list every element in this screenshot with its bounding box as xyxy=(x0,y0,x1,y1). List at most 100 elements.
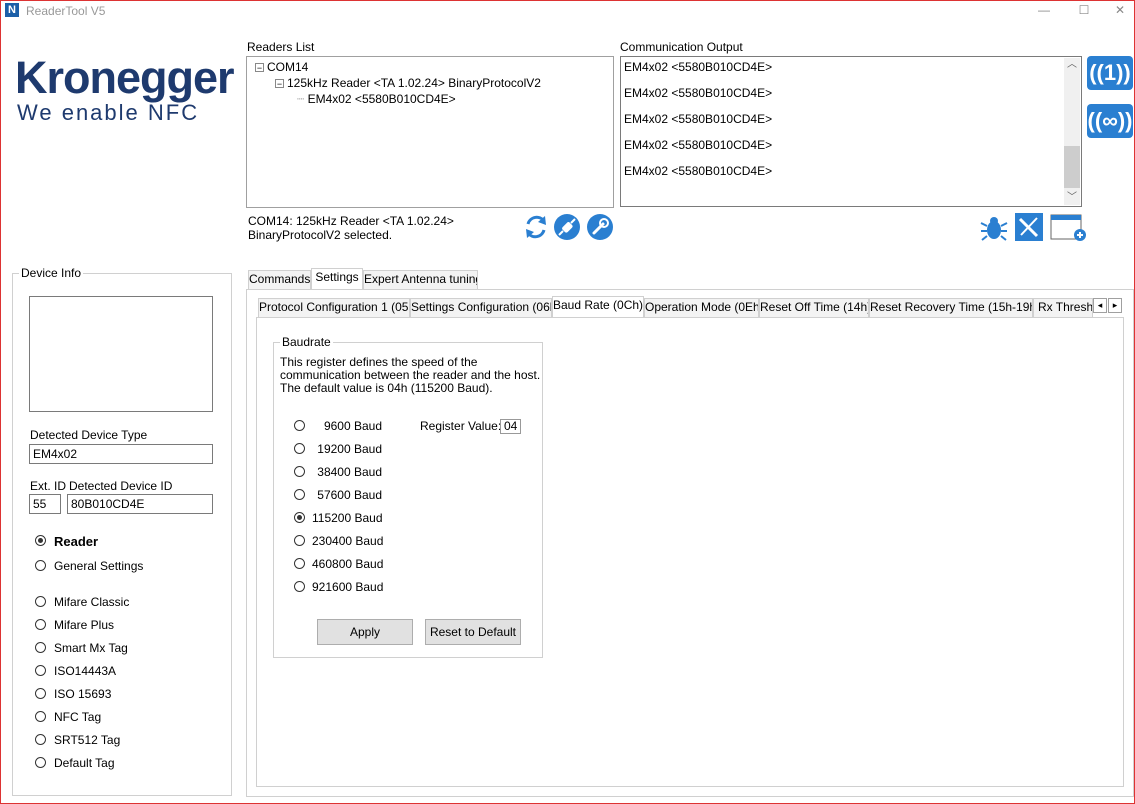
tag-radio[interactable] xyxy=(35,619,46,630)
mode-reader-radio[interactable] xyxy=(35,535,46,546)
subtab-rx-threshold[interactable]: Rx Thresho xyxy=(1033,298,1093,317)
tag-radio[interactable] xyxy=(35,642,46,653)
baudrate-group-title: Baudrate xyxy=(280,335,333,349)
device-id-label: Detected Device ID xyxy=(69,479,173,493)
tab-commands[interactable]: Commands xyxy=(248,270,311,289)
tag-label[interactable]: SRT512 Tag xyxy=(54,733,120,747)
comm-scrollbar[interactable]: ︿ ﹀ xyxy=(1064,58,1080,205)
tag-label[interactable]: ISO 15693 xyxy=(54,687,111,701)
comm-line: EM4x02 <5580B010CD4E> xyxy=(624,60,773,74)
register-value-field[interactable]: 04 xyxy=(500,419,521,434)
collapse-icon[interactable]: − xyxy=(275,79,284,89)
maximize-button[interactable]: ☐ xyxy=(1069,2,1099,18)
subtab-baud-rate[interactable]: Baud Rate (0Ch) xyxy=(552,296,644,317)
reader-status-line1: COM14: 125kHz Reader <TA 1.02.24> xyxy=(248,214,454,228)
minimize-button[interactable]: — xyxy=(1029,2,1059,18)
device-info-title: Device Info xyxy=(19,266,84,280)
tab-settings[interactable]: Settings xyxy=(311,268,363,289)
tag-label[interactable]: Mifare Classic xyxy=(54,595,129,609)
subtab-operation-mode[interactable]: Operation Mode (0Eh) xyxy=(644,298,759,317)
subtab-protocol-config[interactable]: Protocol Configuration 1 (05h) xyxy=(258,298,410,317)
device-image-box xyxy=(29,296,213,412)
comm-output-box[interactable]: EM4x02 <5580B010CD4E> EM4x02 <5580B010CD… xyxy=(620,56,1082,207)
apply-button[interactable]: Apply xyxy=(317,619,413,645)
tag-radio[interactable] xyxy=(35,711,46,722)
tag-label[interactable]: ISO14443A xyxy=(54,664,116,678)
tab-expert-antenna[interactable]: Expert Antenna tuning xyxy=(363,270,478,289)
register-value-label: Register Value: xyxy=(420,419,502,433)
baud-radio-selected[interactable] xyxy=(294,512,305,523)
comm-line: EM4x02 <5580B010CD4E> xyxy=(624,86,773,100)
device-id-field[interactable]: 80B010CD4E xyxy=(67,494,213,514)
baud-label[interactable]: 921600 Baud xyxy=(312,580,383,594)
ext-id-field[interactable]: 55 xyxy=(29,494,61,514)
continuous-read-button[interactable]: ((∞)) xyxy=(1087,104,1133,138)
tag-label[interactable]: Smart Mx Tag xyxy=(54,641,128,655)
collapse-icon[interactable]: − xyxy=(255,63,264,73)
tab-scroll-left-icon[interactable]: ◂ xyxy=(1093,298,1107,313)
comm-line: EM4x02 <5580B010CD4E> xyxy=(624,138,773,152)
device-type-label: Detected Device Type xyxy=(30,428,148,442)
reset-default-button[interactable]: Reset to Default xyxy=(425,619,521,645)
new-window-icon[interactable] xyxy=(1050,213,1088,243)
baudrate-desc-line1: This register defines the speed of the xyxy=(280,355,478,369)
tools-icon[interactable] xyxy=(1015,213,1043,241)
logo-name: Kronegger xyxy=(15,52,235,103)
baud-label[interactable]: 38400 Baud xyxy=(312,465,382,479)
baud-label[interactable]: 460800 Baud xyxy=(312,557,383,571)
window-title: ReaderTool V5 xyxy=(26,4,106,18)
comm-output-label: Communication Output xyxy=(620,40,743,54)
close-button[interactable]: ✕ xyxy=(1105,2,1135,18)
tag-radio[interactable] xyxy=(35,665,46,676)
tag-label[interactable]: Mifare Plus xyxy=(54,618,114,632)
tree-node-port[interactable]: − COM14 xyxy=(255,60,308,74)
baud-radio[interactable] xyxy=(294,581,305,592)
mode-general-label[interactable]: General Settings xyxy=(54,559,143,573)
readers-list-label: Readers List xyxy=(247,40,315,54)
baud-label[interactable]: 57600 Baud xyxy=(312,488,382,502)
tree-node-reader[interactable]: −125kHz Reader <TA 1.02.24> BinaryProtoc… xyxy=(275,76,541,90)
subtab-settings-config[interactable]: Settings Configuration (06h) xyxy=(410,298,552,317)
tree-node-tag[interactable]: ┈ EM4x02 <5580B010CD4E> xyxy=(297,92,456,106)
baud-radio[interactable] xyxy=(294,420,305,431)
scroll-up-icon[interactable]: ︿ xyxy=(1064,58,1080,72)
tag-label[interactable]: NFC Tag xyxy=(54,710,101,724)
baud-label[interactable]: 19200 Baud xyxy=(312,442,382,456)
logo-tagline: We enable NFC xyxy=(17,100,200,125)
baud-radio[interactable] xyxy=(294,466,305,477)
baud-radio[interactable] xyxy=(294,489,305,500)
readers-tree[interactable]: − COM14 −125kHz Reader <TA 1.02.24> Binar… xyxy=(246,56,614,208)
baud-radio[interactable] xyxy=(294,535,305,546)
reader-status-line2: BinaryProtocolV2 selected. xyxy=(248,228,393,242)
scroll-down-icon[interactable]: ﹀ xyxy=(1064,191,1080,205)
app-icon: N xyxy=(5,3,19,17)
single-read-button[interactable]: ((1)) xyxy=(1087,56,1133,90)
comm-line: EM4x02 <5580B010CD4E> xyxy=(624,164,773,178)
tag-radio[interactable] xyxy=(35,757,46,768)
subtab-reset-recovery[interactable]: Reset Recovery Time (15h-19h) xyxy=(869,298,1033,317)
tag-radio[interactable] xyxy=(35,734,46,745)
tab-scroll-right-icon[interactable]: ▸ xyxy=(1108,298,1122,313)
tag-radio[interactable] xyxy=(35,596,46,607)
comm-line: EM4x02 <5580B010CD4E> xyxy=(624,112,773,126)
baudrate-desc-line2: communication between the reader and the… xyxy=(280,368,541,382)
bug-icon[interactable] xyxy=(979,213,1009,243)
scroll-thumb[interactable] xyxy=(1064,146,1080,188)
device-type-field[interactable]: EM4x02 xyxy=(29,444,213,464)
mode-reader-label[interactable]: Reader xyxy=(54,534,98,549)
baudrate-desc-line3: The default value is 04h (115200 Baud). xyxy=(280,381,493,395)
mode-general-radio[interactable] xyxy=(35,560,46,571)
baud-label[interactable]: 230400 Baud xyxy=(312,534,383,548)
baud-label[interactable]: 115200 Baud xyxy=(312,511,383,525)
wrench-icon[interactable] xyxy=(586,213,614,241)
tag-label[interactable]: Default Tag xyxy=(54,756,115,770)
ext-id-label: Ext. ID xyxy=(30,479,67,493)
tag-radio[interactable] xyxy=(35,688,46,699)
refresh-icon[interactable] xyxy=(522,213,550,241)
baud-radio[interactable] xyxy=(294,558,305,569)
subtab-reset-off-time[interactable]: Reset Off Time (14h) xyxy=(759,298,869,317)
title-bar: N ReaderTool V5 — ☐ ✕ xyxy=(1,1,1134,20)
baud-radio[interactable] xyxy=(294,443,305,454)
baud-label[interactable]: 9600 Baud xyxy=(312,419,382,433)
connect-icon[interactable] xyxy=(553,213,581,241)
